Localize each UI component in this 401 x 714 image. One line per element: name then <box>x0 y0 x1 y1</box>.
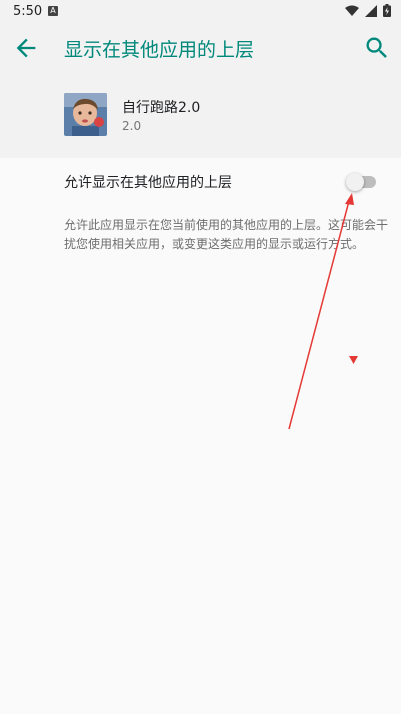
status-time: 5:50 <box>13 4 43 19</box>
page-title: 显示在其他应用的上层 <box>64 39 255 61</box>
app-header: 自行跑路2.0 2.0 <box>0 72 401 158</box>
status-icons <box>345 4 391 17</box>
search-icon <box>366 37 387 58</box>
status-bar: 5:50 A <box>0 0 401 24</box>
toolbar: 显示在其他应用的上层 <box>0 24 401 72</box>
search-button[interactable] <box>363 34 391 62</box>
app-icon <box>64 93 107 136</box>
setting-label: 允许显示在其他应用的上层 <box>64 175 232 191</box>
back-button[interactable] <box>12 34 40 62</box>
notification-icon: A <box>48 6 58 16</box>
overlay-permission-switch[interactable] <box>346 173 378 191</box>
wifi-icon <box>345 5 359 16</box>
switch-thumb <box>346 173 364 191</box>
battery-icon <box>383 4 391 17</box>
app-version: 2.0 <box>122 119 142 133</box>
setting-description: 允许此应用显示在您当前使用的其他应用的上层。这可能会干扰您使用相关应用，或变更这… <box>64 218 389 251</box>
app-name: 自行跑路2.0 <box>122 100 201 116</box>
back-arrow-icon <box>16 38 36 58</box>
signal-icon <box>365 4 377 17</box>
overlay-permission-row[interactable]: 允许显示在其他应用的上层 <box>0 158 401 204</box>
